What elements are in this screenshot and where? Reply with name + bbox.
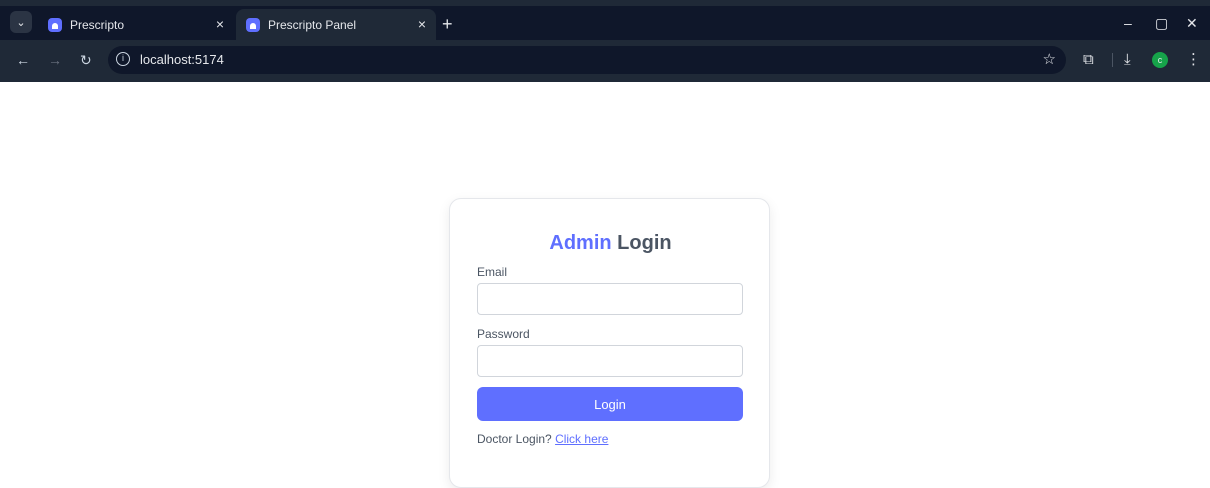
reload-icon: ↻ <box>80 52 92 68</box>
tab-close-button[interactable]: × <box>418 16 426 32</box>
reload-button[interactable]: ↻ <box>80 51 92 69</box>
prescripto-logo-icon <box>246 17 260 32</box>
doctor-login-prompt: Doctor Login? Click here <box>477 431 608 447</box>
download-icon: ⤓ <box>1124 51 1131 68</box>
email-label: Email <box>477 265 508 279</box>
login-title-accent: Admin <box>549 232 612 254</box>
menu-button[interactable]: ⋮ <box>1186 51 1201 69</box>
info-icon[interactable]: i <box>116 52 130 66</box>
login-button[interactable]: Login <box>477 387 743 421</box>
downloads-button[interactable]: ⤓ <box>1124 51 1131 69</box>
tab-title: Prescripto Panel <box>268 17 357 32</box>
chevron-down-icon: ⌄ <box>16 16 26 29</box>
profile-avatar[interactable]: c <box>1152 52 1168 68</box>
back-button[interactable]: ← <box>16 51 30 69</box>
arrow-left-icon: ← <box>16 52 30 68</box>
forward-button[interactable]: → <box>48 51 62 69</box>
close-window-button[interactable]: ✕ <box>1186 14 1198 32</box>
tab-close-button[interactable]: × <box>216 16 224 32</box>
tab-search-button[interactable]: ⌄ <box>10 11 32 33</box>
new-tab-button[interactable]: + <box>442 15 453 33</box>
address-bar[interactable]: i localhost:5174 ☆ <box>108 46 1066 74</box>
kebab-menu-icon: ⋮ <box>1186 51 1201 68</box>
url-text[interactable]: localhost:5174 <box>140 52 224 68</box>
login-title: Admin Login <box>450 231 771 255</box>
login-title-rest: Login <box>617 232 672 254</box>
prescripto-logo-icon <box>48 17 62 32</box>
login-card: Admin Login Email Password Login Doctor … <box>449 198 770 488</box>
star-icon[interactable]: ☆ <box>1043 50 1056 70</box>
email-field[interactable] <box>477 283 743 315</box>
browser-toolbar: ← → ↻ i localhost:5174 ☆ ⧉ ⤓ c ⋮ <box>0 40 1210 80</box>
tab-strip: ⌄ Prescripto × Prescripto Panel × + – ▢ … <box>0 6 1210 40</box>
password-field[interactable] <box>477 345 743 377</box>
minimize-button[interactable]: – <box>1124 14 1132 32</box>
puzzle-icon: ⧉ <box>1083 51 1094 68</box>
toolbar-divider <box>1112 53 1113 67</box>
restore-button[interactable]: ▢ <box>1155 14 1168 32</box>
tab-prescripto[interactable]: Prescripto × <box>38 9 234 40</box>
arrow-right-icon: → <box>48 52 62 68</box>
password-label: Password <box>477 327 530 341</box>
tab-title: Prescripto <box>70 17 125 32</box>
tab-prescripto-panel[interactable]: Prescripto Panel × <box>236 9 436 40</box>
browser-chrome: ⌄ Prescripto × Prescripto Panel × + – ▢ … <box>0 0 1210 82</box>
doctor-login-label: Doctor Login? <box>477 432 552 446</box>
doctor-login-link[interactable]: Click here <box>555 432 608 446</box>
extensions-button[interactable]: ⧉ <box>1083 51 1094 69</box>
